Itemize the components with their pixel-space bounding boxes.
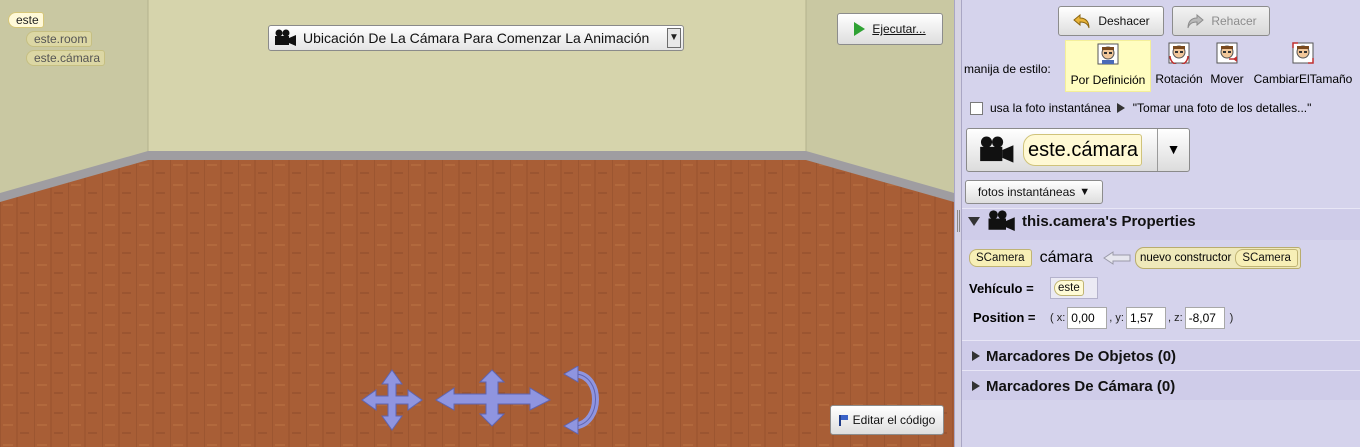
undo-redo-toolbar: Deshacer Rehacer bbox=[1058, 6, 1270, 36]
tree-node-room[interactable]: este.room bbox=[26, 31, 93, 47]
position-x-input[interactable]: 0,00 bbox=[1067, 307, 1108, 329]
undo-icon bbox=[1073, 13, 1090, 29]
handle-style-caption: manija de estilo: bbox=[964, 62, 1051, 76]
expand-arrow-icon[interactable] bbox=[972, 351, 980, 361]
position-fields: ( x: 0,00 , y: 1,57 , z: -8,07 ) bbox=[1050, 307, 1233, 329]
pan-arrows-icon[interactable] bbox=[435, 369, 552, 427]
chevron-down-icon: ▼ bbox=[1079, 186, 1091, 198]
scene-editor-panel: Deshacer Rehacer manija de estilo: Por D… bbox=[962, 0, 1360, 447]
assign-arrow-icon bbox=[1103, 251, 1131, 265]
constructor-type-tag[interactable]: SCamera bbox=[1235, 249, 1298, 267]
undo-label: Deshacer bbox=[1098, 14, 1150, 28]
use-snapshot-label: usa la foto instantánea bbox=[990, 101, 1111, 115]
constructor-block[interactable]: nuevo constructor SCamera bbox=[1134, 247, 1301, 269]
split-pane-divider[interactable] bbox=[954, 0, 962, 447]
redo-icon bbox=[1187, 13, 1205, 29]
position-x-label: ( x: bbox=[1050, 312, 1066, 324]
movie-camera-icon bbox=[988, 210, 1015, 231]
use-snapshot-checkbox[interactable] bbox=[970, 101, 983, 115]
properties-body: SCamera cámara nuevo constructor SCamera… bbox=[962, 240, 1360, 340]
position-y-input[interactable]: 1,57 bbox=[1125, 307, 1166, 329]
chevron-down-icon[interactable]: ▼ bbox=[1157, 129, 1189, 171]
expand-arrow-icon[interactable] bbox=[972, 381, 980, 391]
run-button[interactable]: Ejecutar... bbox=[837, 13, 943, 45]
vehicle-value: este bbox=[1054, 280, 1084, 296]
tree-node-camera[interactable]: este.cámara bbox=[26, 50, 106, 66]
resize-handle-icon bbox=[1292, 42, 1314, 64]
snapshot-hint: "Tomar una foto de los detalles..." bbox=[1132, 101, 1312, 115]
snapshots-button[interactable]: fotos instantáneas ▼ bbox=[965, 180, 1103, 204]
field-declaration: SCamera cámara nuevo constructor SCamera bbox=[969, 247, 1301, 269]
undo-button[interactable]: Deshacer bbox=[1058, 6, 1164, 36]
scene-tree: este este.room este.cámara bbox=[8, 12, 106, 66]
style-option-resize[interactable]: CambiarElTamaño bbox=[1249, 40, 1357, 92]
style-option-default-label: Por Definición bbox=[1070, 73, 1146, 87]
style-option-rotation[interactable]: Rotación bbox=[1152, 40, 1206, 92]
type-tag[interactable]: SCamera bbox=[969, 249, 1032, 267]
expand-arrow-icon[interactable] bbox=[1116, 103, 1125, 113]
default-handle-icon bbox=[1097, 43, 1119, 65]
move-handle-icon bbox=[1216, 42, 1238, 64]
vehicle-label: Vehículo = bbox=[969, 281, 1034, 296]
style-option-move-label: Mover bbox=[1210, 72, 1244, 86]
position-z-label: , z: bbox=[1167, 312, 1183, 324]
play-icon bbox=[854, 22, 866, 36]
splitter-grip[interactable] bbox=[957, 210, 960, 232]
snapshots-label: fotos instantáneas bbox=[977, 185, 1076, 199]
redo-button[interactable]: Rehacer bbox=[1172, 6, 1270, 36]
object-markers-label: Marcadores De Objetos (0) bbox=[986, 347, 1177, 365]
edit-code-button[interactable]: Editar el código bbox=[830, 405, 944, 435]
position-label: Position = bbox=[973, 310, 1036, 325]
movie-camera-icon bbox=[275, 29, 296, 46]
object-markers-section[interactable]: Marcadores De Objetos (0) bbox=[962, 340, 1360, 370]
style-option-move[interactable]: Mover bbox=[1208, 40, 1246, 92]
camera-markers-section[interactable]: Marcadores De Cámara (0) bbox=[962, 370, 1360, 400]
redo-label: Rehacer bbox=[1211, 14, 1257, 28]
style-option-default[interactable]: Por Definición bbox=[1065, 40, 1151, 92]
camera-marker-dropdown[interactable]: Ubicación De La Cámara Para Comenzar La … bbox=[268, 25, 684, 51]
snapshot-row: usa la foto instantánea "Tomar una foto … bbox=[970, 101, 1311, 115]
scene-viewport[interactable]: este este.room este.cámara Ubicación De … bbox=[0, 0, 954, 447]
properties-title: this.camera's Properties bbox=[1022, 212, 1196, 230]
run-button-label: Ejecutar... bbox=[872, 22, 926, 36]
position-y-label: , y: bbox=[1109, 312, 1124, 324]
style-option-resize-label: CambiarElTamaño bbox=[1253, 72, 1353, 86]
movie-camera-icon bbox=[980, 136, 1014, 163]
chevron-down-icon: ▼ bbox=[667, 28, 681, 48]
constructor-label: nuevo constructor bbox=[1139, 252, 1232, 264]
selected-object-value: este.cámara bbox=[1023, 134, 1143, 166]
camera-navigation-handles[interactable] bbox=[350, 366, 610, 436]
edit-code-label: Editar el código bbox=[852, 413, 936, 427]
selected-object-dropdown[interactable]: este.cámara ▼ bbox=[966, 128, 1190, 172]
flag-icon bbox=[838, 414, 848, 426]
properties-section-header[interactable]: this.camera's Properties bbox=[962, 208, 1360, 240]
rotation-handle-icon bbox=[1168, 42, 1190, 64]
camera-markers-label: Marcadores De Cámara (0) bbox=[986, 377, 1176, 395]
position-z-input[interactable]: -8,07 bbox=[1184, 307, 1225, 329]
position-close-paren: ) bbox=[1229, 312, 1234, 324]
handle-style-selector: manija de estilo: Por Definición Rotació… bbox=[962, 38, 1360, 94]
vehicle-field[interactable]: este bbox=[1050, 277, 1098, 299]
field-name: cámara bbox=[1039, 249, 1093, 266]
camera-marker-label: Ubicación De La Cámara Para Comenzar La … bbox=[303, 30, 650, 46]
collapse-arrow-icon[interactable] bbox=[968, 216, 980, 226]
tree-node-root[interactable]: este bbox=[8, 12, 44, 28]
style-option-rotation-label: Rotación bbox=[1155, 72, 1203, 86]
rotate-handle-icon[interactable] bbox=[562, 366, 599, 435]
move-arrows-icon[interactable] bbox=[361, 369, 423, 431]
